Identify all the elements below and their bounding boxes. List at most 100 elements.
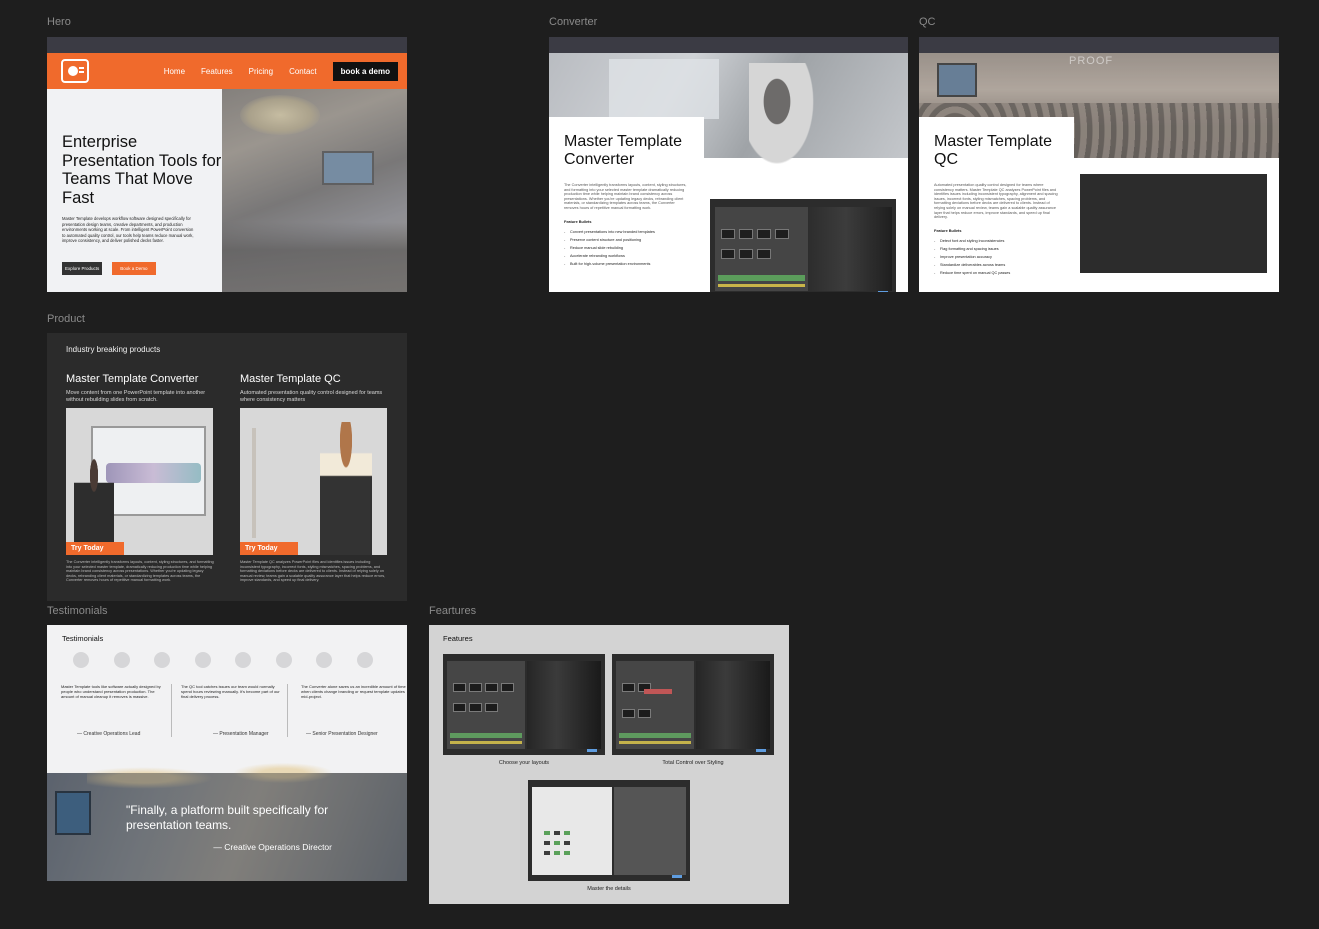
slide-thumbnail [757,249,771,259]
color-swatch [544,851,550,855]
features-frame[interactable]: Features Choose your layouts Total Contr… [429,625,789,904]
converter-frame[interactable]: Master Template Converter The Converter … [549,37,908,292]
color-swatch [554,841,560,845]
photo-presenter [749,63,819,173]
frame-label-converter: Converter [549,16,598,28]
qc-body: Automated presentation quality control d… [934,183,1058,277]
slide-thumbnail [721,229,735,239]
browser-bar [549,37,908,53]
color-swatch [564,831,570,835]
slide-thumbnail [739,249,753,259]
testimonial-quote: The QC tool catches issues our team woul… [181,684,280,700]
product-card-subtitle: Automated presentation quality control d… [240,390,383,403]
feature-screenshot-layouts [443,654,605,755]
logo-icon[interactable] [61,59,89,83]
progress-row [619,733,691,738]
photo-presenter [320,422,372,555]
screenshot-button [672,875,682,878]
product-card-image: Try Today [240,408,387,555]
screenshot-pane [532,787,612,875]
color-swatch [564,841,570,845]
book-demo-button[interactable]: book a demo [332,61,398,81]
testimonial-quote: Master Template tools like software actu… [61,684,161,700]
features-title: Features [443,634,473,643]
photo-lamp [252,428,256,538]
feature-caption: Choose your layouts [498,760,550,766]
nav-home[interactable]: Home [164,67,185,76]
slide-thumbnail [622,683,635,692]
avatar [316,652,332,668]
highlight-row [644,689,672,694]
product-card-subtitle: Move content from one PowerPoint templat… [66,390,206,403]
nav-pricing[interactable]: Pricing [249,67,273,76]
progress-row [450,733,522,738]
testimonial-banner: "Finally, a platform built specifically … [47,763,407,881]
screenshot-button [587,749,597,752]
slide-thumbnail [469,703,482,712]
color-swatch [544,831,550,835]
hero-description: Master Template develops workflow softwa… [62,216,194,244]
product-card-qc[interactable]: Master Template QC Automated presentatio… [240,373,388,583]
screenshot-pane [447,661,525,749]
bullet-item: Detect font and styling inconsistencies [934,237,1058,245]
testimonials-frame[interactable]: Testimonials Master Template tools like … [47,625,407,881]
hero-photo [222,89,407,292]
product-card-title: Master Template QC [240,373,341,385]
explore-products-button[interactable]: Explore Products [62,261,103,275]
photo-overlay [222,89,407,292]
slide-thumbnail [757,229,771,239]
slide-thumbnail [469,683,482,692]
bullet-item: Flag formatting and spacing issues [934,245,1058,253]
product-card-image: Try Today [66,408,213,555]
avatar [113,652,130,668]
book-a-demo-button[interactable]: Book a Demo [112,261,156,275]
frame-label-product: Product [47,313,85,325]
screenshot-photo [527,661,601,749]
qc-frame[interactable]: PROOF Master Template QC Automated prese… [919,37,1279,292]
nav-features[interactable]: Features [201,67,233,76]
avatar [154,652,170,668]
product-card-description: Master Template QC analyzes PowerPoint f… [240,560,386,583]
hero-frame[interactable]: Home Features Pricing Contact book a dem… [47,37,407,292]
nav-contact[interactable]: Contact [289,67,317,76]
try-today-button[interactable]: Try Today [66,542,124,555]
feature-bullets-title: Feature Bullets [934,228,962,233]
divider [171,684,172,737]
frame-label-qc: QC [919,16,936,28]
converter-body: The Converter intelligently transforms l… [564,183,688,268]
slide-thumbnail [775,229,789,239]
screenshot-button [756,749,766,752]
color-swatch [564,851,570,855]
screenshot-pane [715,207,808,291]
slide-thumbnail [622,709,635,718]
bullet-item: Built for high-volume presentation envir… [564,260,688,268]
nav-links: Home Features Pricing Contact book a dem… [164,61,398,81]
product-card-converter[interactable]: Master Template Converter Move content f… [66,373,214,583]
progress-row [718,275,805,281]
testimonial-quote: The Converter alone saves us an incredib… [301,684,406,700]
slide-thumbnail [739,229,753,239]
avatar-row [73,652,373,668]
frame-label-features: Feartures [429,605,477,617]
testimonial-author: — Senior Presentation Designer [306,731,378,737]
bullet-item: Preserve content structure and positioni… [564,236,688,244]
converter-bullets: Convert presentations into new branded t… [564,228,688,268]
bullet-item: Reduce time spent on manual QC passes [934,269,1058,277]
color-swatch [554,851,560,855]
banner-author: — Creative Operations Director [213,842,332,852]
browser-bar [47,37,407,53]
product-frame[interactable]: Industry breaking products Master Templa… [47,333,407,601]
bullet-item: Standardize deliverables across teams [934,261,1058,269]
slide-thumbnail [453,703,466,712]
avatar [356,652,373,668]
converter-title: Master Template Converter [564,133,682,168]
converter-description: The Converter intelligently transforms l… [564,183,687,210]
screenshot-photo [808,207,892,291]
slide-thumbnail [638,709,651,718]
avatar [275,652,292,668]
screenshot-button [878,291,888,292]
avatar [73,652,89,668]
feature-screenshot-styling [612,654,774,755]
hero-title: Enterprise Presentation Tools for Teams … [62,133,222,207]
try-today-button[interactable]: Try Today [240,542,298,555]
